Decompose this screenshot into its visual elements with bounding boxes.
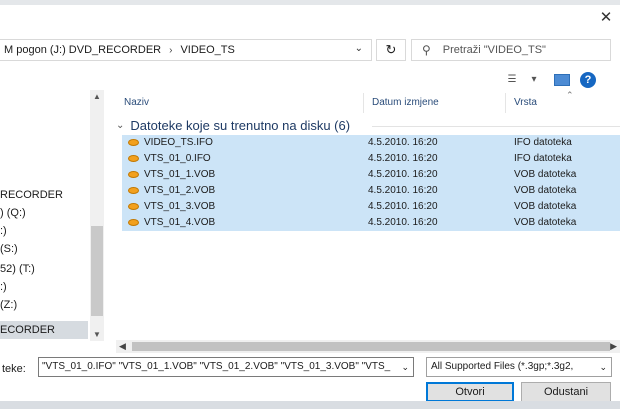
column-header-type[interactable]: Vrsta [506,93,620,113]
file-date: 4.5.2010. 16:20 [368,185,438,196]
view-dropdown-icon[interactable]: ▾ [526,73,542,87]
file-type: VOB datoteka [514,201,577,212]
group-divider [372,126,620,127]
nav-item-recorder[interactable]: RECORDER [0,186,63,204]
scroll-right-icon[interactable]: ▶ [610,340,617,353]
file-name: VIDEO_TS.IFO [144,137,213,148]
close-icon: ✕ [599,9,613,26]
refresh-icon: ↻ [385,42,397,57]
table-row[interactable]: VTS_01_0.IFO 4.5.2010. 16:20 IFO datotek… [122,151,620,167]
file-icon [128,171,139,178]
nav-item-r[interactable]: :) [0,222,7,240]
file-type: VOB datoteka [514,185,577,196]
horizontal-scroll-thumb[interactable] [132,342,610,351]
scroll-left-icon[interactable]: ◀ [119,340,126,353]
filename-value: "VTS_01_0.IFO" "VTS_01_1.VOB" "VTS_01_2.… [42,361,391,372]
nav-scrollbar[interactable]: ▲ ▼ [90,90,104,341]
table-row[interactable]: VTS_01_1.VOB 4.5.2010. 16:20 VOB datotek… [122,167,620,183]
file-name: VTS_01_4.VOB [144,217,216,228]
column-headers: Naziv Datum izmjene Vrsta [116,93,620,113]
search-placeholder: Pretraži "VIDEO_TS" [442,44,546,56]
file-date: 4.5.2010. 16:20 [368,201,438,212]
group-label: Datoteke koje su trenutno na disku (6) [130,118,351,133]
filename-input[interactable]: "VTS_01_0.IFO" "VTS_01_1.VOB" "VTS_01_2.… [38,357,414,377]
nav-item-selected[interactable]: ECORDER [0,321,88,339]
scroll-up-icon[interactable]: ▲ [90,92,104,101]
breadcrumb-separator-icon: › [169,44,173,56]
chevron-down-icon[interactable]: ⌄ [399,358,409,376]
window-bottom-edge [0,401,620,409]
breadcrumb-folder[interactable]: VIDEO_TS [180,44,234,56]
file-type: VOB datoteka [514,169,577,180]
navigation-pane: RECORDER ) (Q:) :) (S:) 52) (T:) :) (Z:)… [0,90,104,340]
address-bar[interactable]: M pogon (J:) DVD_RECORDER › VIDEO_TS ⌄ [0,39,372,61]
file-name: VTS_01_0.IFO [144,153,211,164]
file-type-select[interactable]: All Supported Files (*.3gp;*.3g2, ⌄ [426,357,612,377]
search-input[interactable]: ⚲ Pretraži "VIDEO_TS" [411,39,611,61]
open-button[interactable]: Otvori [426,382,514,401]
help-icon[interactable]: ? [580,72,596,88]
file-icon [128,155,139,162]
table-row[interactable]: VTS_01_2.VOB 4.5.2010. 16:20 VOB datotek… [122,183,620,199]
file-name: VTS_01_1.VOB [144,169,216,180]
chevron-down-icon[interactable]: ⌄ [355,43,363,54]
nav-item-u[interactable]: :) [0,278,7,296]
table-row[interactable]: VIDEO_TS.IFO 4.5.2010. 16:20 IFO datotek… [122,135,620,151]
file-icon [128,219,139,226]
file-date: 4.5.2010. 16:20 [368,153,438,164]
nav-item-s[interactable]: (S:) [0,240,18,258]
nav-item-t[interactable]: 52) (T:) [0,260,35,278]
nav-scroll-thumb[interactable] [91,226,103,316]
group-header[interactable]: ⌄ Datoteke koje su trenutno na disku (6) [116,118,620,133]
filename-label: teke: [2,363,26,375]
file-open-dialog: ✕ M pogon (J:) DVD_RECORDER › VIDEO_TS ⌄… [0,5,620,401]
file-date: 4.5.2010. 16:20 [368,137,438,148]
view-toolbar: ☰ ▾ ? [504,71,596,89]
table-row[interactable]: VTS_01_3.VOB 4.5.2010. 16:20 VOB datotek… [122,199,620,215]
search-icon: ⚲ [422,43,431,57]
file-type-value: All Supported Files (*.3gp;*.3g2, [431,361,574,372]
column-header-name[interactable]: Naziv [116,93,364,113]
column-header-date[interactable]: Datum izmjene [364,93,506,113]
close-button[interactable]: ✕ [596,9,616,27]
cancel-button[interactable]: Odustani [521,382,611,401]
file-date: 4.5.2010. 16:20 [368,217,438,228]
file-date: 4.5.2010. 16:20 [368,169,438,180]
table-row[interactable]: VTS_01_4.VOB 4.5.2010. 16:20 VOB datotek… [122,215,620,231]
refresh-button[interactable]: ↻ [376,39,406,61]
chevron-down-icon: ⌄ [116,120,125,131]
file-name: VTS_01_2.VOB [144,185,216,196]
preview-pane-icon[interactable] [554,74,570,86]
file-type: VOB datoteka [514,217,577,228]
view-options-icon[interactable]: ☰ [504,73,520,87]
breadcrumb-drive[interactable]: M pogon (J:) DVD_RECORDER [4,44,161,56]
file-icon [128,203,139,210]
file-type: IFO datoteka [514,137,572,148]
horizontal-scrollbar[interactable]: ◀ ▶ [116,340,620,353]
chevron-down-icon[interactable]: ⌄ [597,358,607,376]
file-icon [128,139,139,146]
file-type: IFO datoteka [514,153,572,164]
nav-item-z[interactable]: (Z:) [0,296,17,314]
sort-up-icon: ⌃ [566,90,574,100]
nav-item-q[interactable]: ) (Q:) [0,204,26,222]
scroll-down-icon[interactable]: ▼ [90,330,104,339]
file-name: VTS_01_3.VOB [144,201,216,212]
file-icon [128,187,139,194]
